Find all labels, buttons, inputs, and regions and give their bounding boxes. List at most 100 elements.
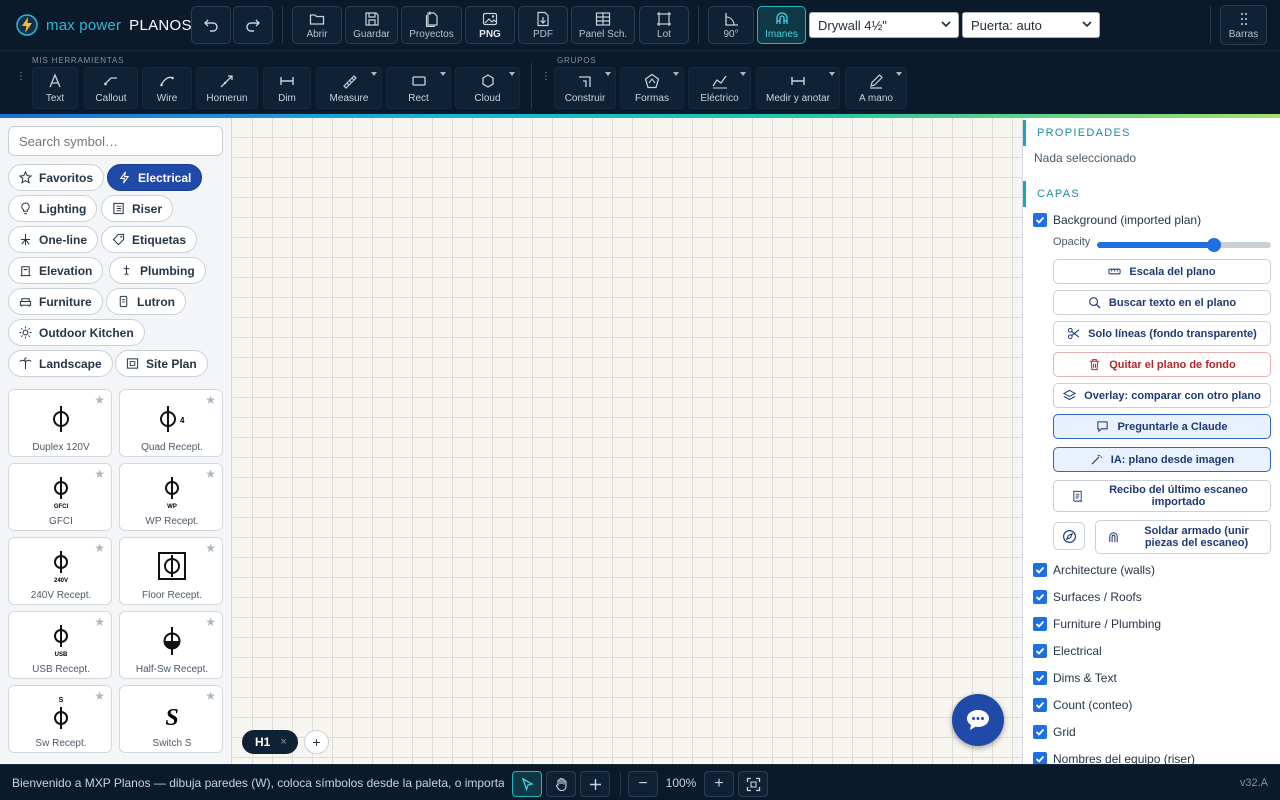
select-tool-button[interactable] xyxy=(512,771,542,797)
checkbox-checked-icon[interactable] xyxy=(1033,698,1047,712)
undo-button[interactable] xyxy=(191,6,231,44)
add-sheet-button[interactable]: + xyxy=(304,730,329,754)
wire-tool[interactable]: Wire xyxy=(142,67,192,109)
dim-tool[interactable]: Dim xyxy=(263,67,311,109)
cloud-tool[interactable]: Cloud xyxy=(455,67,520,109)
magnets-button[interactable]: Imanes xyxy=(757,6,806,44)
pan-tool-button[interactable] xyxy=(546,771,576,797)
category-one-line[interactable]: One-line xyxy=(8,226,99,253)
favorite-star-icon[interactable]: ★ xyxy=(205,689,216,703)
symbol-card-switch[interactable]: S ★ Switch S xyxy=(119,685,223,753)
freehand-group[interactable]: A mano xyxy=(845,67,907,109)
category-furniture[interactable]: Furniture xyxy=(8,288,103,315)
symbol-search-input[interactable] xyxy=(8,126,223,156)
ai-plan-from-image-button[interactable]: IA: plano desde imagen xyxy=(1053,447,1271,472)
layer-grid[interactable]: Grid xyxy=(1033,722,1076,742)
favorite-star-icon[interactable]: ★ xyxy=(94,615,105,629)
symbol-card-240v[interactable]: 240V ★ 240V Recept. xyxy=(8,537,112,605)
category-lighting[interactable]: Lighting xyxy=(8,195,98,222)
category-elevation[interactable]: Elevation xyxy=(8,257,104,284)
callout-tool[interactable]: Callout xyxy=(84,67,138,109)
symbol-card-floor[interactable]: ★ Floor Recept. xyxy=(119,537,223,605)
wall-type-select[interactable]: Drywall 4½" xyxy=(809,12,959,38)
png-export-button[interactable]: PNG xyxy=(465,6,515,44)
compass-button[interactable] xyxy=(1053,522,1085,550)
text-tool[interactable]: Text xyxy=(32,67,78,109)
checkbox-checked-icon[interactable] xyxy=(1033,213,1047,227)
measure-annotate-group[interactable]: Medir y anotar xyxy=(756,67,840,109)
pdf-export-button[interactable]: PDF xyxy=(518,6,568,44)
symbol-card-duplex[interactable]: ★ Duplex 120V xyxy=(8,389,112,457)
layer-electrical[interactable]: Electrical xyxy=(1033,641,1102,661)
overlay-compare-button[interactable]: Overlay: comparar con otro plano xyxy=(1053,383,1271,408)
opacity-slider-handle[interactable] xyxy=(1206,238,1221,252)
projects-button[interactable]: Proyectos xyxy=(401,6,462,44)
checkbox-checked-icon[interactable] xyxy=(1033,617,1047,631)
symbol-card-usb[interactable]: USB ★ USB Recept. xyxy=(8,611,112,679)
open-button[interactable]: Abrir xyxy=(292,6,342,44)
drag-handle[interactable]: ⋮ xyxy=(16,72,26,89)
sheet-tab[interactable]: H1 × xyxy=(242,730,298,754)
favorite-star-icon[interactable]: ★ xyxy=(94,541,105,555)
favorite-star-icon[interactable]: ★ xyxy=(94,393,105,407)
save-button[interactable]: Guardar xyxy=(345,6,398,44)
category-plumbing[interactable]: Plumbing xyxy=(109,257,206,284)
checkbox-checked-icon[interactable] xyxy=(1033,671,1047,685)
layer-background[interactable]: Background (imported plan) xyxy=(1033,210,1201,230)
find-text-button[interactable]: Buscar texto en el plano xyxy=(1053,290,1271,315)
favorite-star-icon[interactable]: ★ xyxy=(94,689,105,703)
layer-equipment-names[interactable]: Nombres del equipo (riser) xyxy=(1033,749,1195,764)
layer-surfaces[interactable]: Surfaces / Roofs xyxy=(1033,587,1142,607)
checkbox-checked-icon[interactable] xyxy=(1033,752,1047,764)
drawing-canvas[interactable] xyxy=(233,118,1022,764)
scan-receipt-button[interactable]: Recibo del último escaneo importado xyxy=(1053,480,1271,512)
symbol-card-half-switched[interactable]: ★ Half-Sw Recept. xyxy=(119,611,223,679)
panel-schedule-button[interactable]: Panel Sch. xyxy=(571,6,635,44)
checkbox-checked-icon[interactable] xyxy=(1033,590,1047,604)
measure-tool[interactable]: Measure xyxy=(316,67,382,109)
category-labels[interactable]: Etiquetas xyxy=(101,226,198,253)
chat-button[interactable] xyxy=(952,694,1004,746)
category-landscape[interactable]: Landscape xyxy=(8,350,113,377)
category-riser[interactable]: Riser xyxy=(101,195,174,222)
symbol-card-gfci[interactable]: GFCI ★ GFCI xyxy=(8,463,112,531)
rect-tool[interactable]: Rect xyxy=(386,67,451,109)
layer-furniture[interactable]: Furniture / Plumbing xyxy=(1033,614,1161,634)
symbol-card-switched-receptacle[interactable]: S ★ Sw Recept. xyxy=(8,685,112,753)
electrical-group[interactable]: Eléctrico xyxy=(688,67,751,109)
layer-count[interactable]: Count (conteo) xyxy=(1033,695,1132,715)
checkbox-checked-icon[interactable] xyxy=(1033,644,1047,658)
category-lutron[interactable]: Lutron xyxy=(106,288,186,315)
plan-scale-button[interactable]: Escala del plano xyxy=(1053,259,1271,284)
fit-screen-button[interactable] xyxy=(738,771,768,797)
homerun-tool[interactable]: Homerun xyxy=(196,67,258,109)
favorite-star-icon[interactable]: ★ xyxy=(205,541,216,555)
favorite-star-icon[interactable]: ★ xyxy=(94,467,105,481)
checkbox-checked-icon[interactable] xyxy=(1033,563,1047,577)
lines-only-button[interactable]: Solo líneas (fondo transparente) xyxy=(1053,321,1271,346)
category-site-plan[interactable]: Site Plan xyxy=(115,350,208,377)
angle-snap-button[interactable]: 90° xyxy=(708,6,754,44)
zoom-out-button[interactable]: − xyxy=(628,771,658,797)
symbol-card-wp[interactable]: WP ★ WP Recept. xyxy=(119,463,223,531)
zoom-in-button[interactable]: + xyxy=(704,771,734,797)
redo-button[interactable] xyxy=(233,6,273,44)
checkbox-checked-icon[interactable] xyxy=(1033,725,1047,739)
category-favorites[interactable]: Favoritos xyxy=(8,164,105,191)
favorite-star-icon[interactable]: ★ xyxy=(205,467,216,481)
toolbars-button[interactable]: Barras xyxy=(1220,5,1267,45)
remove-background-button[interactable]: Quitar el plano de fondo xyxy=(1053,352,1271,377)
opacity-slider[interactable] xyxy=(1097,238,1271,252)
close-icon[interactable]: × xyxy=(280,736,286,748)
symbol-card-quad[interactable]: 4 ★ Quad Recept. xyxy=(119,389,223,457)
category-electrical[interactable]: Electrical xyxy=(107,164,203,191)
lot-button[interactable]: Lot xyxy=(639,6,689,44)
construct-group[interactable]: Construir xyxy=(554,67,616,109)
layer-architecture[interactable]: Architecture (walls) xyxy=(1033,560,1155,580)
drag-handle[interactable]: ⋮ xyxy=(541,72,551,89)
favorite-star-icon[interactable]: ★ xyxy=(205,615,216,629)
door-select[interactable]: Puerta: auto xyxy=(962,12,1100,38)
layer-dims-text[interactable]: Dims & Text xyxy=(1033,668,1117,688)
ask-claude-button[interactable]: Preguntarle a Claude xyxy=(1053,414,1271,439)
weld-scan-button[interactable]: Soldar armado (unir piezas del escaneo) xyxy=(1095,520,1271,554)
